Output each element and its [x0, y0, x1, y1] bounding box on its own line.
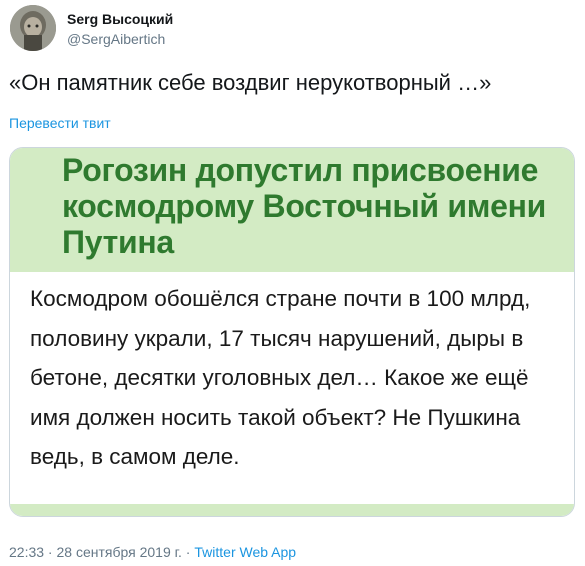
tweet-date[interactable]: 28 сентября 2019 г. [57, 544, 182, 560]
tweet-source[interactable]: Twitter Web App [194, 544, 296, 560]
media-footer-band [10, 504, 574, 516]
media-body-text: Космодром обошёлся стране почти в 100 мл… [30, 286, 531, 469]
avatar[interactable] [10, 5, 56, 51]
author-handle[interactable]: @SergAibertich [67, 31, 165, 47]
tweet-meta: 22:33 · 28 сентября 2019 г. · Twitter We… [9, 544, 296, 560]
media-headline-band: Рогозин допустил присвоение космодрому В… [10, 148, 574, 272]
meta-separator: · [44, 544, 57, 560]
tweet-text: «Он памятник себе воздвиг нерукотворный … [9, 70, 492, 95]
media-headline: Рогозин допустил присвоение космодрому В… [62, 152, 546, 260]
translate-tweet-link[interactable]: Перевести твит [9, 115, 111, 131]
author-name[interactable]: Serg Высоцкий [67, 11, 173, 27]
tweet-time[interactable]: 22:33 [9, 544, 44, 560]
meta-separator: · [181, 544, 195, 560]
tweet-media-image[interactable]: Рогозин допустил присвоение космодрому В… [9, 147, 575, 517]
